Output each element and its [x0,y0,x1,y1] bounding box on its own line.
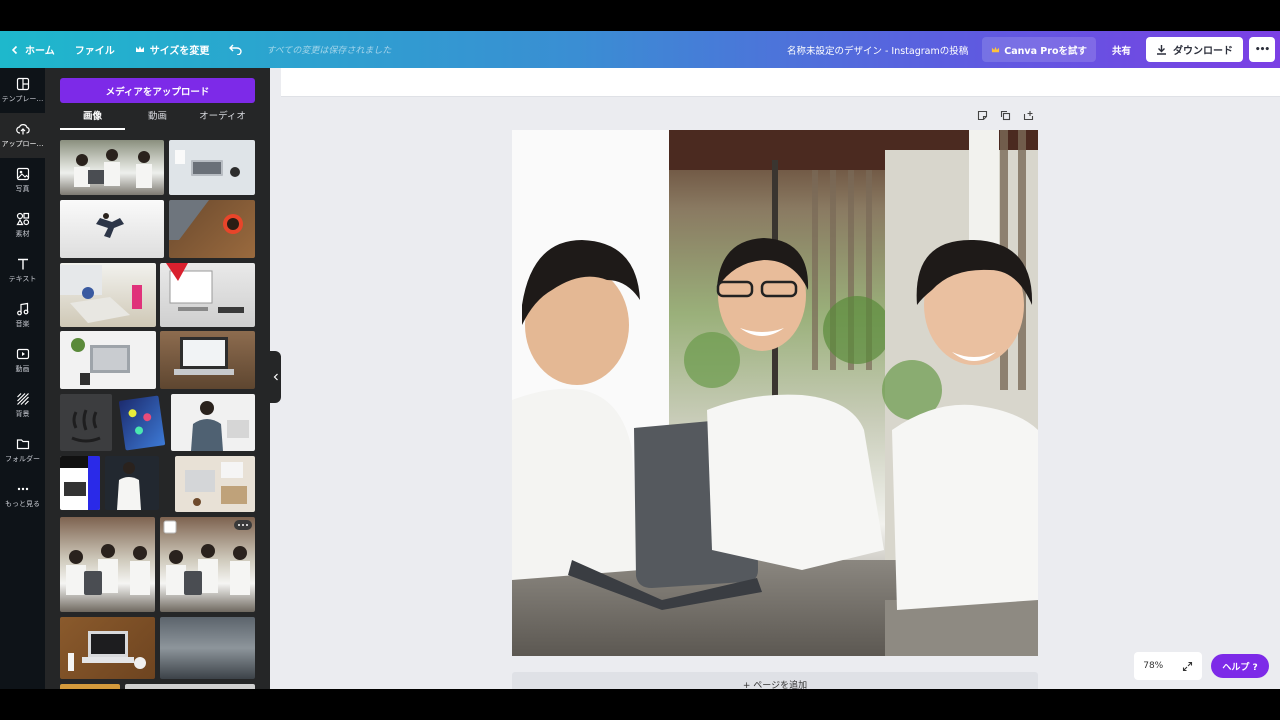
photo-icon [16,167,29,181]
background-icon [16,393,29,405]
upload-thumbnail[interactable] [60,684,120,689]
download-label: ダウンロード [1173,46,1233,57]
tab-audio[interactable]: オーディオ [190,108,255,130]
video-icon [16,348,29,360]
rail-item-templates[interactable]: テンプレー… [0,68,45,113]
canvas-workspace: + ページを追加 78% ヘルプ ? [281,68,1280,689]
upload-thumbnail[interactable] [175,456,255,512]
rail-item-label: アップロー… [1,140,44,148]
note-icon[interactable] [977,110,988,121]
rail-item-text[interactable]: テキスト [0,248,45,293]
upload-thumbnail[interactable] [125,684,255,689]
help-button[interactable]: ヘルプ ? [1211,654,1269,678]
more-options-button[interactable]: ••• [1249,37,1275,62]
rail-item-elements[interactable]: 素材 [0,203,45,248]
upload-thumbnail[interactable] [105,456,159,510]
top-bar-right: 名称未設定のデザイン - Instagramの投稿 Canva Proを試す 共… [787,31,1280,68]
rail-item-label: 背景 [15,410,30,418]
try-pro-button[interactable]: Canva Proを試す [982,37,1096,62]
crown-icon [992,46,1000,52]
duplicate-page-icon[interactable] [1000,110,1011,121]
upload-thumbnail-selected[interactable] [160,517,255,612]
design-page[interactable] [512,130,1038,656]
rail-item-videos[interactable]: 動画 [0,338,45,383]
upload-thumbnail[interactable] [60,456,100,510]
zoom-control[interactable]: 78% [1134,652,1202,680]
upload-thumbnail[interactable] [169,140,255,195]
rail-item-label: テンプレー… [1,95,44,103]
collapse-panel-button[interactable] [270,351,281,403]
file-label: ファイル [74,46,115,57]
share-label: 共有 [1111,45,1131,57]
media-tabs: 画像 動画 オーディオ [60,108,255,130]
rail-item-more[interactable]: もっと見る [0,473,45,518]
left-rail: テンプレー… アップロー… 写真 素材 テキスト 音楽 動画 背景 フォルダー … [0,68,45,689]
upload-thumbnail[interactable] [160,617,255,679]
page-tools [977,110,1034,121]
rail-item-label: 音楽 [15,320,30,328]
rail-item-label: 動画 [15,365,30,373]
music-icon [16,302,28,316]
folder-icon [16,439,29,450]
home-label: ホーム [25,46,55,57]
elements-icon [15,212,29,226]
upload-thumbnail[interactable] [60,331,156,389]
design-title[interactable]: 名称未設定のデザイン - Instagramの投稿 [787,43,982,57]
undo-button[interactable] [219,31,252,68]
top-bar: ホーム ファイル サイズを変更 すべての変更は保存されました 名称未設定のデザイ… [0,31,1280,68]
resize-button[interactable]: サイズを変更 [125,31,220,68]
upload-media-button[interactable]: メディアをアップロード [60,78,255,103]
resize-label: サイズを変更 [149,46,210,57]
share-button[interactable]: 共有 [1102,37,1141,62]
design-photo[interactable] [512,130,1038,656]
template-icon [16,77,29,91]
rail-item-photos[interactable]: 写真 [0,158,45,203]
more-dots-label: ••• [1254,44,1270,55]
upload-thumbnail[interactable] [60,200,164,258]
upload-thumbnail[interactable] [171,394,255,451]
upload-thumbnail[interactable] [160,263,255,327]
upload-thumbnail[interactable] [118,395,166,451]
upload-cloud-icon [15,124,30,135]
rail-item-backgrounds[interactable]: 背景 [0,383,45,428]
chevron-left-icon [273,373,278,381]
text-icon [17,258,28,270]
rail-item-folders[interactable]: フォルダー [0,428,45,473]
upload-thumbnail[interactable] [60,140,164,195]
rail-item-label: フォルダー [5,455,40,463]
chevron-left-icon [11,45,18,54]
rail-item-uploads[interactable]: アップロー… [0,113,45,158]
canvas-toolbar [281,68,1280,97]
more-dots-icon [17,487,28,491]
upload-thumbnail[interactable] [169,200,255,258]
tab-images[interactable]: 画像 [60,108,125,130]
zoom-level[interactable]: 78% [1143,661,1163,671]
crown-icon [135,46,144,52]
try-pro-label: Canva Proを試す [1004,45,1087,57]
file-menu-button[interactable]: ファイル [65,31,125,68]
fullscreen-icon[interactable] [1182,661,1193,672]
add-page-icon[interactable] [1023,110,1034,121]
upload-thumbnail[interactable] [60,617,155,679]
add-page-button[interactable]: + ページを追加 [512,672,1038,689]
upload-thumbnail[interactable] [60,263,156,327]
rail-item-label: もっと見る [5,500,40,508]
rail-item-label: 写真 [15,185,30,193]
tab-videos[interactable]: 動画 [125,108,190,130]
upload-thumbnail[interactable] [60,394,112,451]
rail-item-label: テキスト [8,275,37,283]
rail-item-label: 素材 [15,230,30,238]
upload-thumbnail[interactable] [60,517,155,612]
download-button[interactable]: ダウンロード [1146,37,1243,62]
home-button[interactable]: ホーム [0,31,65,68]
undo-icon [229,44,243,55]
upload-thumbnail[interactable] [160,331,255,389]
download-icon [1157,45,1166,55]
rail-item-music[interactable]: 音楽 [0,293,45,338]
uploads-panel: メディアをアップロード 画像 動画 オーディオ [45,68,270,689]
canva-editor: ホーム ファイル サイズを変更 すべての変更は保存されました 名称未設定のデザイ… [0,31,1280,689]
save-status: すべての変更は保存されました [266,46,392,56]
